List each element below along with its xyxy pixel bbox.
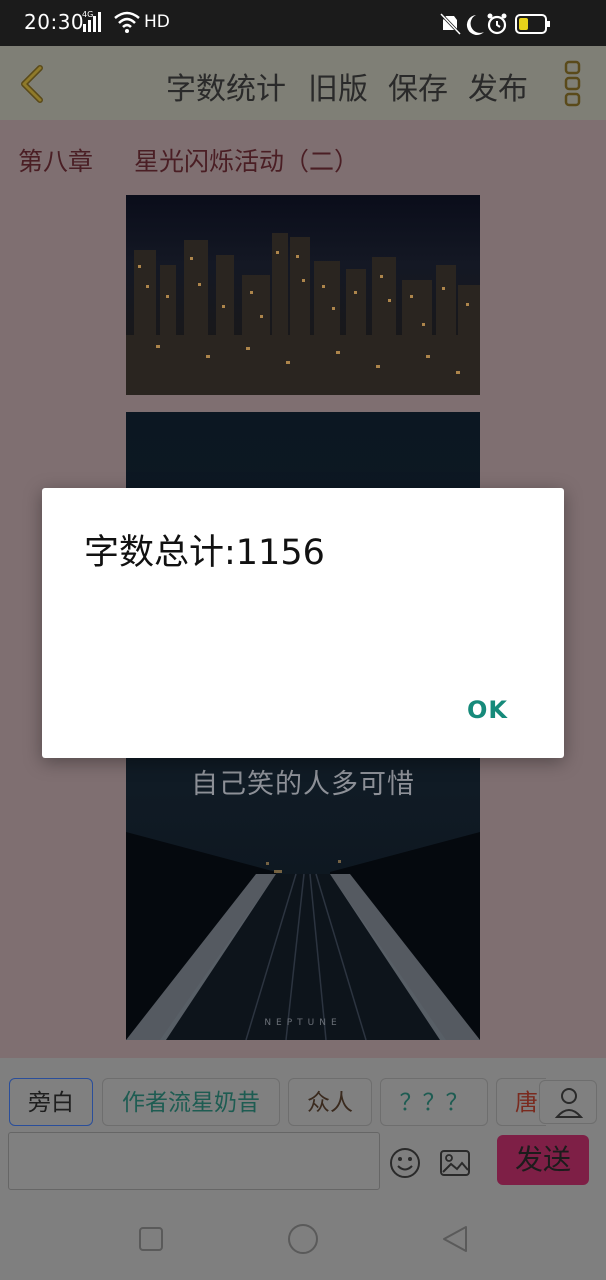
chapter-title: 星光闪烁活动（二） (134, 147, 360, 176)
poster-brand: NEPTUNE (264, 1018, 342, 1028)
character-chip-label: 众人 (307, 1090, 353, 1116)
hd-label: HD (144, 12, 170, 32)
battery-icon (515, 14, 550, 34)
poster-caption: 自己笑的人多可惜 (191, 769, 415, 800)
character-chip-crowd[interactable]: 众人 (288, 1078, 372, 1126)
more-vertical-icon[interactable] (563, 60, 583, 108)
dialog-message: 字数总计:1156 (84, 533, 325, 573)
editor-toolbar: 字数统计 旧版 保存 发布 (0, 46, 606, 120)
character-chip-unknown[interactable]: ？？？ (380, 1078, 488, 1126)
chevron-left-icon[interactable] (14, 64, 48, 104)
square-icon[interactable] (138, 1226, 164, 1252)
person-icon (554, 1088, 584, 1118)
character-chip-author[interactable]: 作者流星奶昔 (102, 1078, 280, 1126)
city-skyline-picture (126, 195, 480, 395)
character-chip-narrator[interactable]: 旁白 (9, 1078, 93, 1126)
word-count-button[interactable]: 字数统计 (166, 64, 286, 108)
triangle-back-icon[interactable] (440, 1224, 470, 1254)
circle-icon[interactable] (287, 1223, 319, 1255)
publish-button[interactable]: 发布 (468, 64, 528, 108)
word-count-dialog: 字数总计:1156 OK (42, 488, 564, 758)
message-input[interactable] (8, 1132, 380, 1190)
alarm-icon (487, 13, 507, 35)
status-bar: 20:30 4G HD (0, 0, 606, 46)
wifi-icon (114, 11, 140, 33)
character-chip-label: 作者流星奶昔 (122, 1090, 260, 1116)
signal-icon: 4G (82, 10, 101, 32)
status-right-icons (440, 12, 550, 36)
ok-button[interactable]: OK (467, 696, 508, 724)
old-version-button[interactable]: 旧版 (308, 64, 368, 108)
smiley-icon[interactable] (388, 1146, 422, 1180)
image-icon[interactable] (438, 1146, 472, 1180)
chapter-number: 第八章 (18, 147, 94, 176)
character-chip-label: ？？？ (399, 1090, 469, 1116)
moon-icon (466, 15, 484, 35)
character-chip-label: 唐 (515, 1090, 538, 1116)
system-nav-bar (0, 1196, 606, 1280)
character-chip-label: 旁白 (28, 1090, 74, 1116)
save-button[interactable]: 保存 (388, 64, 448, 108)
status-time: 20:30 (24, 10, 85, 34)
city-night-image[interactable] (126, 195, 480, 395)
send-button[interactable]: 发送 (497, 1135, 589, 1185)
network-badge: 4G (82, 10, 93, 19)
mute-icon (440, 12, 462, 36)
character-manage-button[interactable] (539, 1080, 597, 1124)
composer-area: 旁白 作者流星奶昔 众人 ？？？ 唐 发送 (0, 1058, 606, 1196)
